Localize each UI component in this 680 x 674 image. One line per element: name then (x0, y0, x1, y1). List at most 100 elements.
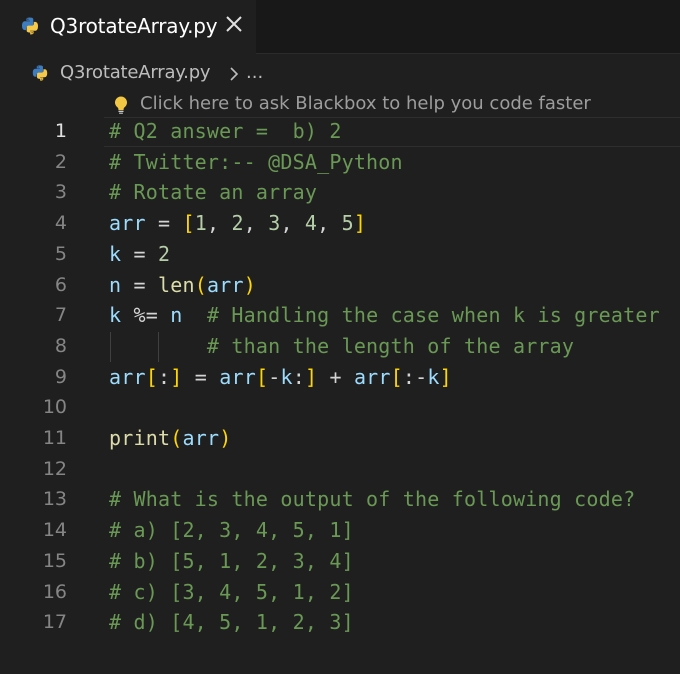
line-number: 9 (54, 365, 67, 388)
breadcrumb-file[interactable]: Q3rotateArray.py (60, 62, 211, 83)
lightbulb-icon (112, 95, 130, 119)
tab-label: Q3rotateArray.py (50, 14, 218, 38)
code-token: 4 (304, 211, 318, 236)
code-line[interactable]: 17 # d) [4, 5, 1, 2, 3] (0, 608, 680, 639)
code-line[interactable]: 3 # Rotate an array (0, 178, 680, 209)
code-token: ( (170, 426, 183, 450)
code-token: , (206, 211, 232, 236)
code-text: # a) [2, 3, 4, 5, 1] (109, 518, 354, 542)
code-token: 2 (157, 241, 171, 266)
tab-bar-empty-space (256, 0, 680, 54)
code-token: = (145, 211, 183, 236)
code-token: # Twitter:-- @DSA_Python (109, 149, 403, 174)
code-line[interactable]: 6 n = len(arr) (0, 271, 680, 302)
code-token: : (157, 364, 171, 389)
code-text: # Q2 answer = b) 2 (109, 119, 342, 143)
hint-text: Click here to ask Blackbox to help you c… (140, 93, 591, 114)
line-number: 16 (42, 580, 67, 603)
code-token: 2 (231, 211, 244, 236)
code-line[interactable]: 10 (0, 393, 680, 424)
breadcrumb: Q3rotateArray.py ... (0, 54, 680, 90)
code-editor[interactable]: 1 # Q2 answer = b) 2 2 # Twitter:-- @DSA_Py… (0, 117, 680, 674)
code-token: n (109, 272, 122, 297)
code-token: 1 (194, 211, 207, 236)
code-line[interactable]: 12 (0, 455, 680, 486)
code-token: arr (206, 272, 244, 297)
code-token: ) (219, 426, 232, 450)
code-text: # Rotate an array (109, 180, 317, 204)
code-text: n = len(arr) (109, 273, 256, 297)
code-token: arr (353, 364, 391, 389)
line-number: 4 (54, 212, 67, 235)
line-number: 10 (42, 396, 67, 419)
code-token: k (280, 364, 293, 389)
code-line[interactable]: 7 k %= n # Handling the case when k is gr… (0, 301, 680, 332)
code-text: print(arr) (109, 426, 231, 450)
code-token: # What is the output of the following co… (109, 487, 636, 512)
code-token: = (121, 241, 158, 266)
line-number: 17 (42, 611, 67, 634)
code-token: ] (439, 364, 452, 389)
tab-q3rotatearray[interactable]: Q3rotateArray.py (0, 0, 256, 54)
code-token: ] (304, 364, 318, 389)
code-token: %= (121, 303, 171, 328)
code-text: k %= n # Handling the case when k is gre… (109, 303, 660, 327)
code-line[interactable]: 16 # c) [3, 4, 5, 1, 2] (0, 578, 680, 609)
code-token: k (109, 303, 122, 328)
code-token: 5 (341, 211, 354, 236)
line-number: 14 (42, 519, 67, 542)
code-token: = (121, 272, 158, 297)
breadcrumb-more[interactable]: ... (246, 62, 263, 83)
code-text: # What is the output of the following co… (109, 487, 635, 511)
code-token: # c) [3, 4, 5, 1, 2] (109, 579, 354, 604)
code-text: arr = [1, 2, 3, 4, 5] (109, 211, 366, 235)
code-token: ] (353, 211, 367, 236)
code-line[interactable]: 15 # b) [5, 1, 2, 3, 4] (0, 547, 680, 578)
code-token: + (317, 364, 354, 389)
code-token: k (109, 241, 122, 266)
line-number: 8 (54, 334, 67, 357)
line-number: 7 (54, 304, 67, 327)
code-text: arr[:] = arr[-k:] + arr[:-k] (109, 365, 452, 389)
code-line[interactable]: 1 # Q2 answer = b) 2 (0, 117, 680, 148)
code-text: # b) [5, 1, 2, 3, 4] (109, 549, 354, 573)
code-line[interactable]: 13 # What is the output of the following … (0, 485, 680, 516)
line-number: 1 (54, 120, 67, 142)
close-icon[interactable] (222, 12, 246, 36)
code-token: # a) [2, 3, 4, 5, 1] (109, 518, 354, 543)
code-text: # c) [3, 4, 5, 1, 2] (109, 580, 354, 604)
code-token: ] (170, 364, 183, 389)
code-token: # than the length of the array (109, 333, 575, 358)
code-line[interactable]: 2 # Twitter:-- @DSA_Python (0, 148, 680, 179)
code-line[interactable]: 9 arr[:] = arr[-k:] + arr[:-k] (0, 363, 680, 394)
code-token: ( (194, 272, 207, 297)
code-token: # Q2 answer = b) 2 (109, 119, 342, 143)
python-icon (20, 16, 40, 40)
code-token: , (317, 211, 342, 236)
code-token: : (292, 364, 305, 389)
code-token: # d) [4, 5, 1, 2, 3] (109, 610, 354, 635)
code-line[interactable]: 4 arr = [1, 2, 3, 4, 5] (0, 209, 680, 240)
code-token: arr (182, 426, 220, 450)
chevron-right-icon (228, 66, 240, 85)
code-text: # Twitter:-- @DSA_Python (109, 150, 403, 174)
code-text: # d) [4, 5, 1, 2, 3] (109, 610, 354, 634)
code-token: :- (402, 364, 428, 389)
code-line[interactable]: 8 # than the length of the array (0, 331, 680, 363)
editor-tab-bar: Q3rotateArray.py (0, 0, 680, 54)
line-number: 3 (54, 181, 67, 204)
code-token: , (243, 211, 269, 236)
code-line[interactable]: 5 k = 2 (0, 240, 680, 271)
line-number: 13 (42, 488, 67, 511)
code-token: len (157, 272, 195, 297)
code-token: # Rotate an array (109, 180, 318, 205)
line-number: 5 (54, 242, 67, 265)
code-token: = (182, 364, 220, 389)
code-token: arr (109, 211, 146, 236)
code-line[interactable]: 14 # a) [2, 3, 4, 5, 1] (0, 516, 680, 547)
code-line[interactable]: 11 print(arr) (0, 424, 680, 455)
code-token: arr (219, 364, 256, 389)
line-number: 6 (54, 273, 67, 296)
code-token: n (170, 303, 183, 328)
line-number: 11 (42, 427, 67, 449)
